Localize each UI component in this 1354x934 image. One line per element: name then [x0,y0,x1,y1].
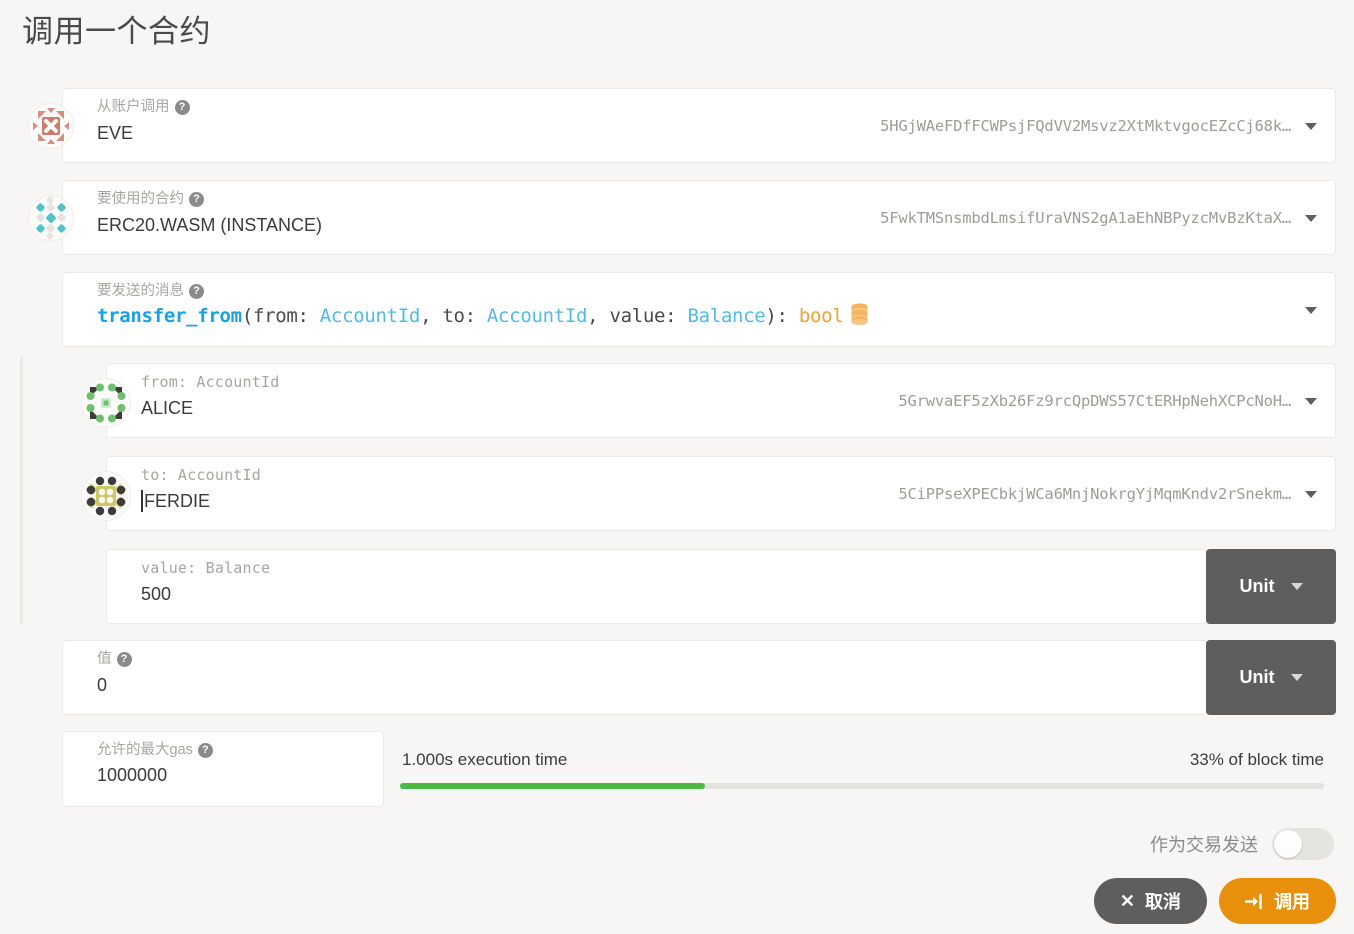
help-icon[interactable]: ? [197,742,213,758]
message-to-send-field[interactable]: 要发送的消息 ? transfer_from(from: AccountId, … [62,272,1336,347]
send-as-transaction-toggle[interactable] [1272,828,1334,860]
param-2-type: Balance [687,305,766,327]
help-icon[interactable]: ? [189,283,204,299]
execution-time-label: 1.000s execution time [402,750,568,769]
arg-from-value: ALICE [141,398,194,418]
max-gas-label-text: 允许的最大gas [97,742,193,758]
send-as-transaction-label: 作为交易发送 [1150,835,1258,855]
chevron-down-icon [1290,674,1303,681]
page-title: 调用一个合约 [22,14,211,49]
call-button-label: 调用 [1274,892,1310,912]
param-0-name: from: [252,305,320,327]
tx-value-field[interactable]: 值 ? 0 [62,640,1207,715]
contract-to-use-label-text: 要使用的合约 [97,191,184,207]
call-from-account-address: 5HGjWAeFDfFCWPsjFQdVV2Msvz2XtMktvgocEZcC… [880,116,1291,135]
param-1-type: AccountId [486,305,588,327]
sig-close-paren: ): [765,305,799,327]
call-from-account-value: EVE [97,123,134,143]
chevron-down-icon[interactable] [1305,122,1317,130]
contract-to-use-value: ERC20.WASM (INSTANCE) [97,215,323,235]
param-1-name: to: [442,305,487,327]
message-function-name: transfer_from [97,305,242,327]
arg-value-unit-button[interactable]: Unit [1206,549,1336,624]
cancel-button-label: 取消 [1145,892,1181,912]
message-to-send-label: 要发送的消息 ? [97,282,204,300]
call-from-account-label: 从账户调用 ? [97,98,190,116]
message-to-send-row[interactable]: 要发送的消息 ? transfer_from(from: AccountId, … [62,272,1336,347]
close-icon: ✕ [1119,891,1135,911]
arg-to-value-wrap[interactable]: FERDIE [141,489,210,513]
chevron-down-icon [1290,583,1303,590]
chevron-down-icon[interactable] [1305,397,1317,405]
param-0-type: AccountId [319,305,421,327]
call-from-account-field[interactable]: 从账户调用 ? EVE 5HGjWAeFDfFCWPsjFQdVV2Msvz2X… [62,88,1336,163]
arg-from-field[interactable]: from: AccountId ALICE 5GrwvaEF5zXb26Fz9r… [106,363,1336,438]
send-as-transaction-row[interactable]: 作为交易发送 [1150,828,1334,860]
arg-to-address: 5CiPPseXPECbkjWCa6MnjNokrgYjMqmKndv2rSne… [898,484,1291,503]
call-button[interactable]: 调用 [1219,878,1336,924]
tx-value-label-text: 值 [97,651,112,667]
call-from-account-row[interactable]: 从账户调用 ? EVE 5HGjWAeFDfFCWPsjFQdVV2Msvz2X… [62,88,1336,163]
database-stack-icon [850,303,869,332]
cancel-button[interactable]: ✕ 取消 [1093,878,1207,924]
help-icon[interactable]: ? [189,191,204,207]
help-icon[interactable]: ? [174,99,190,115]
arg-from-label: from: AccountId [141,373,280,391]
execution-progress-fill [400,783,705,789]
max-gas-field[interactable]: 允许的最大gas ? 1000000 [62,731,384,807]
nested-args-guide [20,357,23,625]
contract-to-use-row[interactable]: 要使用的合约 ? ERC20.WASM (INSTANCE) 5FwkTMSns… [62,180,1336,255]
identicon-ferdie[interactable] [81,471,131,521]
arg-from-address: 5GrwvaEF5zXb26Fz9rcQpDWS57CtERHpNehXCPcN… [898,391,1291,410]
arg-value-label: value: Balance [141,559,271,577]
tx-value-row[interactable]: 值 ? 0 Unit [62,640,1336,715]
tx-value-input[interactable]: 0 [97,673,107,697]
arg-value-row[interactable]: value: Balance 500 Unit [106,549,1336,624]
message-to-send-label-text: 要发送的消息 [97,283,184,299]
param-2-name: value: [609,305,688,327]
message-return-type: bool [798,305,844,327]
contract-to-use-address: 5FwkTMSnsmbdLmsifUraVNS2gA1aEhNBPyzcMvBz… [880,208,1291,227]
text-cursor [141,490,143,512]
arg-value-field[interactable]: value: Balance 500 [106,549,1207,624]
tx-value-label: 值 ? [97,650,132,668]
sign-in-icon [1244,892,1264,910]
arg-value-input[interactable]: 500 [141,582,171,606]
chevron-down-icon[interactable] [1305,490,1317,498]
arg-from-row[interactable]: from: AccountId ALICE 5GrwvaEF5zXb26Fz9r… [106,363,1336,438]
arg-to-field[interactable]: to: AccountId FERDIE 5CiPPseXPECbkjWCa6M… [106,456,1336,531]
arg-to-value: FERDIE [144,491,211,511]
chevron-down-icon[interactable] [1305,306,1317,314]
sig-open-paren: ( [241,305,253,327]
chevron-down-icon[interactable] [1305,214,1317,222]
identicon-contract[interactable] [28,195,74,241]
param-0-sep: , [420,305,443,327]
execution-progress-track [400,783,1324,789]
identicon-alice[interactable] [81,378,131,428]
tx-value-unit-button[interactable]: Unit [1206,640,1336,715]
identicon-eve[interactable] [28,103,74,149]
max-gas-label: 允许的最大gas ? [97,741,213,759]
message-signature: transfer_from(from: AccountId, to: Accou… [97,303,869,332]
tx-value-unit-label: Unit [1239,667,1275,687]
help-icon[interactable]: ? [116,651,132,667]
contract-to-use-field[interactable]: 要使用的合约 ? ERC20.WASM (INSTANCE) 5FwkTMSns… [62,180,1336,255]
action-buttons: ✕ 取消 调用 [1093,878,1336,924]
call-from-account-label-text: 从账户调用 [97,99,170,115]
arg-to-row[interactable]: to: AccountId FERDIE 5CiPPseXPECbkjWCa6M… [106,456,1336,531]
toggle-knob [1274,830,1302,858]
block-time-label: 33% of block time [1189,750,1324,769]
param-1-sep: , [587,305,610,327]
call-contract-page: 调用一个合约 从账户调用 ? EVE 5HGjWAeFDfFCWPsjFQdVV… [0,0,1354,934]
arg-value-unit-label: Unit [1239,576,1275,596]
max-gas-value[interactable]: 1000000 [97,765,167,786]
arg-to-label: to: AccountId [141,466,261,484]
contract-to-use-label: 要使用的合约 ? [97,190,204,208]
